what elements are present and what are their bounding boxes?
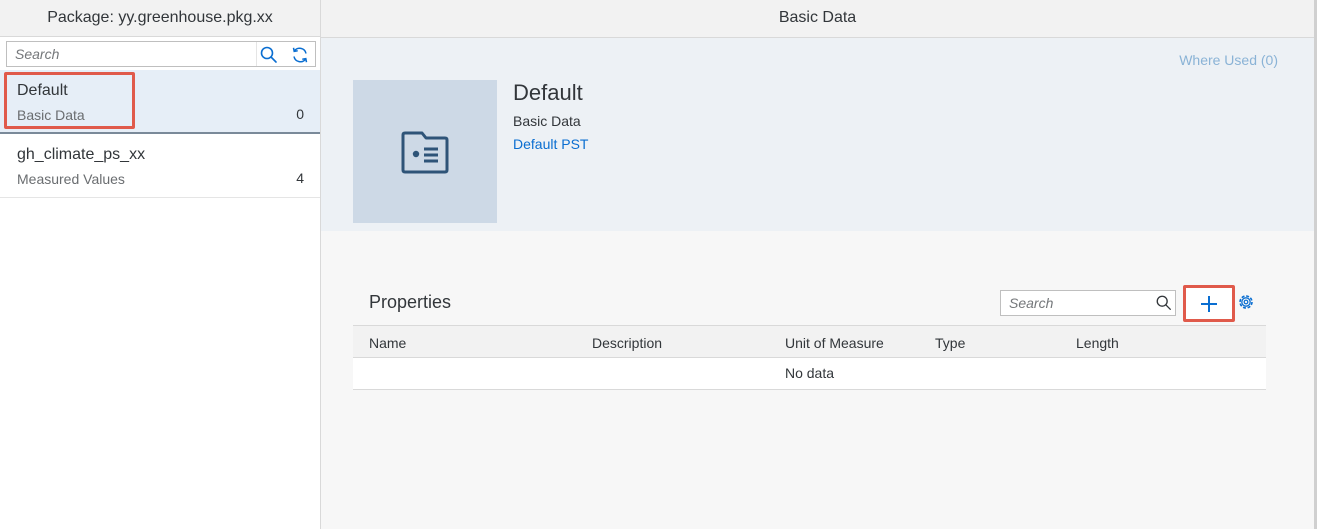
settings-gear-icon[interactable] <box>1236 292 1256 312</box>
object-image <box>353 80 497 223</box>
search-divider <box>256 42 257 66</box>
table-header: Name Description Unit of Measure Type Le… <box>353 325 1266 358</box>
add-property-button[interactable] <box>1183 285 1235 322</box>
object-link[interactable]: Default PST <box>513 136 588 152</box>
refresh-icon[interactable] <box>290 45 310 65</box>
plus-icon <box>1201 295 1217 312</box>
list-item-gh-climate[interactable]: gh_climate_ps_xx Measured Values 4 <box>0 134 320 198</box>
column-header-length[interactable]: Length <box>1076 335 1119 351</box>
properties-table: Name Description Unit of Measure Type Le… <box>353 325 1266 390</box>
search-icon[interactable] <box>259 45 279 65</box>
list-item-subtitle: Measured Values <box>17 171 125 187</box>
where-used-link[interactable]: Where Used (0) <box>1179 52 1278 68</box>
properties-search-input[interactable] <box>1001 291 1151 315</box>
list-item-title: Default <box>17 82 68 99</box>
list-item-count: 0 <box>296 106 304 122</box>
object-subtitle: Basic Data <box>513 113 581 129</box>
master-list: Default Basic Data 0 gh_climate_ps_xx Me… <box>0 70 320 198</box>
object-header: Where Used (0) Default Basic Data Defaul… <box>321 38 1314 231</box>
master-title: Package: yy.greenhouse.pkg.xx <box>0 0 320 37</box>
list-item-count: 4 <box>296 170 304 186</box>
column-header-description[interactable]: Description <box>592 335 662 351</box>
master-search-field[interactable] <box>6 41 316 67</box>
list-item-title: gh_climate_ps_xx <box>17 146 146 163</box>
properties-title: Properties <box>369 292 452 312</box>
id-card-icon <box>401 131 449 173</box>
column-header-name[interactable]: Name <box>369 335 406 351</box>
master-search-input[interactable] <box>7 42 251 66</box>
detail-pane: Basic Data Where Used (0) Default Basic … <box>321 0 1317 529</box>
object-title: Default <box>513 80 583 105</box>
column-header-unit-of-measure[interactable]: Unit of Measure <box>785 335 884 351</box>
master-pane: Package: yy.greenhouse.pkg.xx Default Ba… <box>0 0 321 529</box>
detail-title: Basic Data <box>321 0 1314 38</box>
list-item-subtitle: Basic Data <box>17 107 85 123</box>
properties-search-field[interactable] <box>1000 290 1176 316</box>
column-header-type[interactable]: Type <box>935 335 965 351</box>
table-empty-row: No data <box>353 358 1266 390</box>
list-item-default[interactable]: Default Basic Data 0 <box>0 70 320 134</box>
search-icon[interactable] <box>1155 294 1173 312</box>
